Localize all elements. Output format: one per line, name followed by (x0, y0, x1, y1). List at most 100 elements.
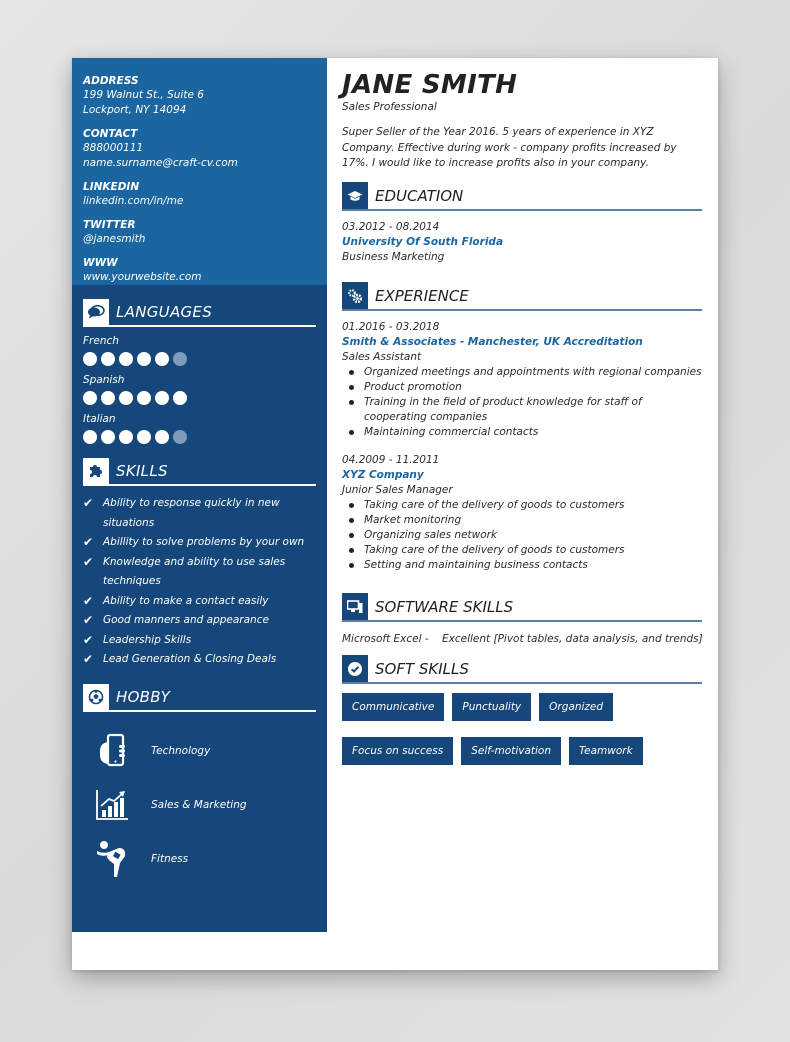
linkedin-link[interactable]: linkedin.com/in/me (83, 194, 317, 209)
hobby-section: HOBBY Technology Sales & Marketing Fitne… (72, 683, 327, 886)
section-title: EXPERIENCE (375, 286, 469, 305)
entry-date: 03.2012 - 08.2014 (342, 220, 440, 233)
graduation-cap-icon (342, 182, 368, 209)
section-title: SKILLS (116, 462, 168, 480)
checkmark-icon: ✔ (83, 593, 94, 608)
rating-dot-filled (137, 430, 151, 444)
entry-detail: Business Marketing (342, 250, 445, 263)
candidate-name: JANE SMITH (342, 70, 518, 100)
sidebar: ADDRESS 199 Walnut St., Suite 6 Lockport… (72, 58, 327, 932)
education-heading: EDUCATION (342, 182, 702, 211)
skill-text: Abillity to solve problems by your own (103, 536, 305, 548)
language-rating (83, 430, 316, 444)
entry-bullets: Taking care of the delivery of goods to … (342, 498, 702, 574)
skill-text: Good manners and appearance (103, 614, 269, 626)
rating-dot-filled (119, 430, 133, 444)
entry-organization: XYZ Company (342, 468, 424, 481)
gears-icon (342, 282, 368, 309)
contact-label: TWITTER (83, 219, 136, 231)
contact-phone: 888000111 (83, 142, 144, 154)
language-rating (83, 352, 316, 366)
soccer-ball-icon (83, 683, 109, 710)
rating-dot-filled (155, 352, 169, 366)
software-skills-heading: SOFTWARE SKILLS (342, 593, 702, 622)
skill-item: ✔ Ability to make a contact easily (83, 592, 316, 612)
section-title: EDUCATION (375, 186, 464, 205)
yoga-pose-icon (83, 839, 141, 879)
section-title: SOFTWARE SKILLS (375, 597, 514, 616)
entry-date: 04.2009 - 11.2011 (342, 453, 440, 466)
skill-item: ✔ Leadership Skills (83, 631, 316, 651)
skills-list: ✔ Ability to response quickly in new situ… (83, 494, 316, 670)
main-content: JANE SMITH Sales Professional Super Sell… (342, 58, 703, 765)
bullet-item: Organized meetings and appointments with… (349, 365, 702, 380)
skill-text: Knowledge and ability to use sales techn… (103, 555, 286, 588)
skill-item: ✔ Abillity to solve problems by your own (83, 533, 316, 553)
checkmark-icon: ✔ (83, 613, 94, 627)
rating-dot-filled (155, 430, 169, 444)
contact-email-link[interactable]: name.surname@craft-cv.com (83, 156, 317, 171)
soft-skill-tag: Punctuality (452, 692, 532, 721)
rating-dot-filled (101, 391, 115, 405)
hobby-label: Fitness (151, 852, 189, 865)
entry-bullets: Organized meetings and appointments with… (342, 365, 702, 441)
bullet-item: Taking care of the delivery of goods to … (349, 543, 702, 558)
experience-heading: EXPERIENCE (342, 282, 702, 311)
languages-heading: LANGUAGES (83, 299, 316, 327)
hand-phone-icon (83, 733, 141, 769)
profile-summary: Super Seller of the Year 2016. 5 years o… (342, 126, 677, 169)
rating-dot-filled (119, 352, 133, 366)
soft-skill-tag: Organized (539, 692, 614, 721)
hobby-label: Sales & Marketing (151, 798, 247, 811)
rating-dot-empty (173, 430, 187, 444)
rating-dot-filled (155, 391, 169, 405)
resume-page: ADDRESS 199 Walnut St., Suite 6 Lockport… (72, 58, 718, 970)
skills-section: SKILLS ✔ Ability to response quickly in n… (72, 458, 327, 670)
checkmark-icon: ✔ (83, 652, 94, 666)
skill-text: Lead Generation & Closing Deals (103, 653, 277, 665)
bullet-item: Training in the field of product knowled… (349, 395, 702, 425)
languages-list: French Spanish Italian (83, 334, 316, 444)
language-name: Spanish (83, 374, 125, 386)
software-skill-item: Microsoft Excel - Excellent [Pivot table… (342, 632, 703, 645)
speech-bubbles-icon (83, 299, 109, 325)
rating-dot-filled (83, 430, 97, 444)
rating-dot-empty (173, 352, 187, 366)
contact-address: ADDRESS 199 Walnut St., Suite 6 Lockport… (83, 74, 317, 118)
section-title: SOFT SKILLS (375, 659, 469, 678)
rating-dot-filled (173, 391, 187, 405)
skill-text: Leadership Skills (103, 633, 192, 646)
skill-item: ✔ Ability to response quickly in new situ… (83, 494, 316, 533)
rating-dot-filled (119, 391, 133, 405)
hobby-item: Technology (83, 724, 316, 778)
contact-www: WWW www.yourwebsite.com (83, 256, 317, 285)
checkmark-icon: ✔ (83, 496, 94, 510)
computer-icon (342, 593, 368, 621)
hobby-item: Sales & Marketing (83, 778, 316, 832)
experience-entry: 04.2009 - 11.2011 XYZ Company Junior Sal… (342, 453, 702, 574)
puzzle-icon (83, 458, 109, 484)
rating-dot-filled (137, 391, 151, 405)
rating-dot-filled (101, 352, 115, 366)
website-link[interactable]: www.yourwebsite.com (83, 270, 317, 285)
entry-organization: University Of South Florida (342, 235, 504, 248)
contact-twitter: TWITTER @janesmith (83, 218, 317, 247)
entry-position: Junior Sales Manager (342, 483, 453, 496)
languages-section: LANGUAGES French Spanish Italian (72, 299, 327, 444)
hobby-list: Technology Sales & Marketing Fitness (83, 724, 316, 886)
rating-dot-filled (101, 430, 115, 444)
language-rating (83, 391, 316, 405)
contact-phone-email: CONTACT 888000111 name.surname@craft-cv.… (83, 127, 317, 171)
rating-dot-filled (83, 391, 97, 405)
twitter-handle[interactable]: @janesmith (83, 232, 317, 247)
entry-position: Sales Assistant (342, 350, 422, 363)
skill-text: Ability to response quickly in new situa… (103, 497, 280, 529)
contact-linkedin: LINKEDIN linkedin.com/in/me (83, 180, 317, 209)
bullet-item: Product promotion (349, 380, 702, 395)
education-entry: 03.2012 - 08.2014 University Of South Fl… (342, 220, 702, 265)
contact-section: ADDRESS 199 Walnut St., Suite 6 Lockport… (72, 58, 327, 285)
bullet-item: Taking care of the delivery of goods to … (349, 498, 702, 513)
check-badge-icon (342, 655, 368, 683)
contact-value: 199 Walnut St., Suite 6 (83, 89, 204, 101)
contact-label: CONTACT (83, 128, 138, 140)
